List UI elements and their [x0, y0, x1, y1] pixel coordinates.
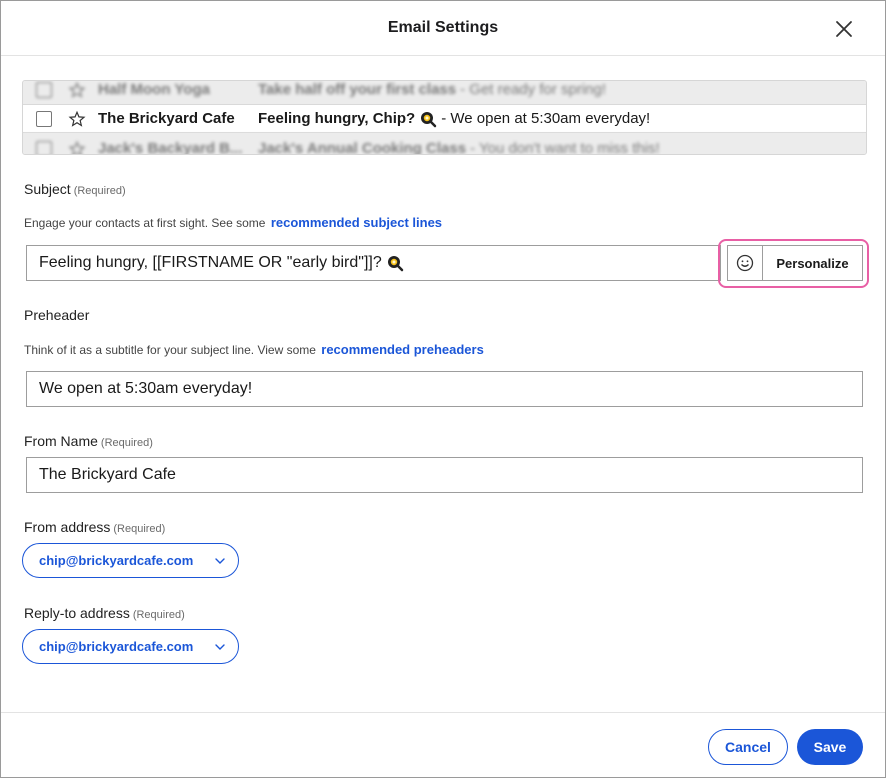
- personalize-button[interactable]: Personalize: [763, 246, 862, 280]
- frying-pan-icon: [421, 111, 437, 127]
- preview-snippet: - We open at 5:30am everyday!: [441, 110, 651, 127]
- checkbox: [36, 81, 52, 98]
- preheader-label: Preheader: [24, 307, 90, 323]
- preview-subject: Feeling hungry, Chip?: [258, 110, 416, 127]
- preview-subject: Take half off your first class: [258, 81, 457, 98]
- from-name-input[interactable]: The Brickyard Cafe: [26, 457, 863, 493]
- preview-row: Half Moon Yoga Take half off your first …: [23, 81, 866, 104]
- inbox-preview: Half Moon Yoga Take half off your first …: [22, 80, 867, 155]
- from-address-label: From address (Required): [24, 519, 166, 535]
- preview-snippet: - You don't want to miss this!: [470, 140, 660, 155]
- cancel-button[interactable]: Cancel: [708, 729, 788, 765]
- reply-to-label: Reply-to address (Required): [24, 605, 185, 621]
- subject-input[interactable]: Feeling hungry, [[FIRSTNAME OR "early bi…: [26, 245, 721, 281]
- subject-label: Subject (Required): [24, 181, 126, 197]
- emoji-button[interactable]: [728, 246, 763, 280]
- preview-sender: Jack's Backyard B...: [98, 140, 243, 155]
- personalize-group: Personalize: [727, 245, 863, 281]
- required-note: (Required): [100, 437, 153, 449]
- required-note: (Required): [132, 609, 185, 621]
- preview-row-current: The Brickyard Cafe Feeling hungry, Chip?…: [23, 104, 866, 133]
- dialog-title: Email Settings: [387, 19, 499, 36]
- reply-to-dropdown[interactable]: chip@brickyardcafe.com: [22, 629, 239, 664]
- chevron-down-icon: [215, 558, 225, 564]
- checkbox: [36, 140, 52, 154]
- preheader-hint: Think of it as a subtitle for your subje…: [24, 342, 484, 357]
- star-icon: [68, 81, 86, 98]
- preheader-input[interactable]: We open at 5:30am everyday!: [26, 371, 863, 407]
- required-note: (Required): [73, 185, 126, 197]
- save-button[interactable]: Save: [797, 729, 863, 765]
- smiley-icon: [736, 254, 754, 272]
- footer-divider: [1, 712, 885, 713]
- email-settings-dialog: Email Settings Half Moon Yoga Take half …: [0, 0, 886, 778]
- checkbox: [36, 110, 52, 127]
- preview-snippet: - Get ready for spring!: [460, 81, 607, 98]
- preview-row: Jack's Backyard B... Jack's Annual Cooki…: [23, 134, 866, 155]
- subject-hint: Engage your contacts at first sight. See…: [24, 215, 443, 230]
- star-icon: [68, 110, 86, 127]
- frying-pan-icon: [387, 256, 403, 272]
- required-note: (Required): [113, 523, 166, 535]
- close-icon[interactable]: [833, 18, 855, 40]
- dialog-header: Email Settings: [1, 1, 885, 56]
- chevron-down-icon: [215, 644, 225, 650]
- star-icon: [68, 140, 86, 154]
- from-name-label: From Name (Required): [24, 433, 153, 449]
- preview-subject: Jack's Annual Cooking Class: [258, 140, 467, 155]
- preview-sender: The Brickyard Cafe: [98, 110, 235, 127]
- from-address-dropdown[interactable]: chip@brickyardcafe.com: [22, 543, 239, 578]
- preview-sender: Half Moon Yoga: [98, 81, 210, 98]
- recommended-preheaders-link[interactable]: recommended preheaders: [321, 342, 484, 357]
- recommended-subject-lines-link[interactable]: recommended subject lines: [271, 215, 442, 230]
